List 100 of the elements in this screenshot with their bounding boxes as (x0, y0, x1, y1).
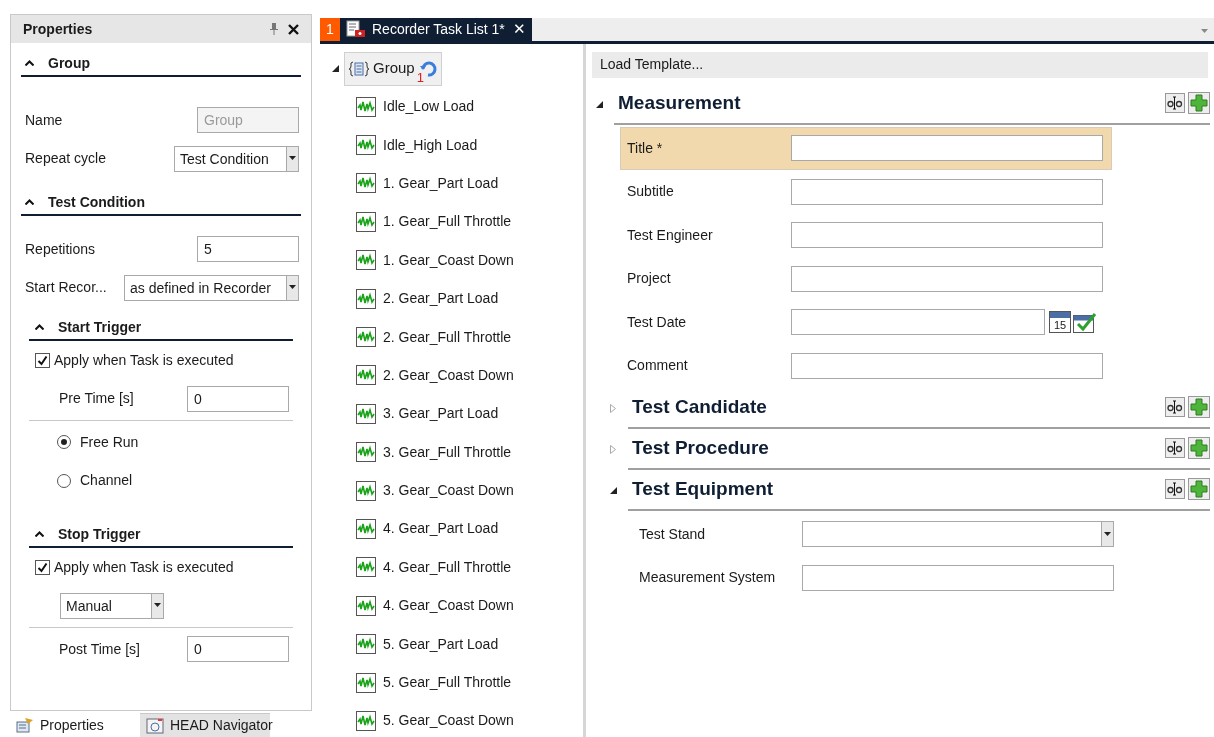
input-field[interactable] (791, 309, 1045, 336)
tab-number: 1 (320, 18, 340, 41)
input-field[interactable]: 5 (197, 236, 299, 263)
tree-item[interactable]: 2. Gear_Coast Down (383, 364, 514, 386)
field-label: Comment (627, 356, 689, 376)
checkbox[interactable] (35, 352, 50, 368)
tree-item[interactable]: 4. Gear_Full Throttle (383, 556, 512, 578)
tree-item[interactable]: 4. Gear_Part Load (383, 518, 499, 540)
tree-item[interactable]: 1. Gear_Part Load (383, 172, 499, 194)
field-label: Subtitle (627, 182, 675, 202)
dropdown[interactable] (802, 521, 1114, 548)
pin-icon[interactable] (270, 23, 278, 35)
caret-icon (151, 593, 163, 618)
field-label: Title * (627, 138, 664, 158)
checkbox[interactable] (35, 559, 50, 575)
field-label: Start Recor... (25, 278, 108, 298)
dropdown-icon[interactable] (1201, 29, 1208, 34)
input-field[interactable] (791, 178, 1103, 205)
spell-check-icon[interactable] (1165, 397, 1185, 417)
radio-button[interactable] (57, 435, 71, 450)
field-label: Pre Time [s] (59, 389, 135, 409)
tree-item[interactable]: 2. Gear_Full Throttle (383, 326, 512, 348)
waveform-icon (356, 442, 376, 463)
tree-item[interactable]: 5. Gear_Part Load (383, 633, 499, 655)
radio-label: Channel (80, 471, 133, 491)
caret-icon (1101, 522, 1113, 547)
input-field[interactable]: 0 (187, 385, 289, 412)
input-field[interactable]: 0 (187, 636, 289, 663)
collapse-icon (35, 531, 44, 537)
field-label: Project (627, 269, 672, 289)
tree-item[interactable]: 3. Gear_Full Throttle (383, 441, 512, 463)
waveform-icon (356, 327, 376, 348)
properties-icon (16, 717, 34, 733)
tree-item[interactable]: 4. Gear_Coast Down (383, 595, 514, 617)
field-label: Test Engineer (627, 225, 714, 245)
check-icon[interactable] (1073, 311, 1097, 334)
waveform-icon (356, 96, 376, 117)
input-field[interactable] (791, 265, 1103, 292)
input-field[interactable] (791, 135, 1103, 162)
spell-check-icon[interactable] (1165, 438, 1185, 458)
load-template-button[interactable]: Load Template... (600, 54, 704, 75)
tree-item[interactable]: 3. Gear_Part Load (383, 403, 499, 425)
tree-item[interactable]: 3. Gear_Coast Down (383, 480, 514, 502)
radio-label: Free Run (80, 432, 139, 452)
panel-title: Properties (23, 19, 94, 39)
section-title[interactable]: Test Equipment (632, 474, 1165, 504)
tree-item[interactable]: 1. Gear_Full Throttle (383, 211, 512, 233)
spell-check-icon[interactable] (1165, 479, 1185, 499)
section-title[interactable]: Test Procedure (632, 433, 1165, 463)
section-header[interactable]: Start Trigger (29, 315, 293, 341)
section-title[interactable]: Test Candidate (632, 392, 1165, 422)
close-icon[interactable] (288, 23, 299, 35)
waveform-icon (356, 672, 376, 693)
dropdown[interactable]: Test Condition (174, 145, 299, 172)
waveform-icon (356, 595, 376, 616)
tree-item[interactable]: 5. Gear_Coast Down (383, 710, 514, 732)
section-title[interactable]: Measurement (618, 88, 1165, 118)
group-icon (349, 60, 369, 77)
checkbox-label: Apply when Task is executed (54, 557, 234, 577)
field-label: Post Time [s] (59, 639, 141, 659)
waveform-icon (356, 403, 376, 424)
waveform-icon (356, 135, 376, 156)
calendar-icon[interactable]: 15 (1049, 311, 1071, 334)
collapse-icon (35, 324, 44, 330)
section-header[interactable]: Stop Trigger (29, 522, 293, 548)
waveform-icon (356, 710, 376, 731)
repeat-count: 1 (416, 70, 424, 84)
section-header[interactable]: Group (21, 51, 301, 77)
dropdown[interactable]: Manual (60, 592, 164, 619)
waveform-icon (356, 250, 376, 271)
tree-item[interactable]: 1. Gear_Coast Down (383, 249, 514, 271)
tree-item[interactable]: Idle_Low Load (383, 96, 475, 118)
document-icon (346, 20, 366, 39)
input-field[interactable] (802, 564, 1114, 591)
tree-item[interactable]: 5. Gear_Full Throttle (383, 672, 512, 694)
input-field[interactable] (791, 352, 1103, 379)
close-icon[interactable]: ✕ (512, 18, 526, 41)
waveform-icon (356, 634, 376, 655)
tab-title: Recorder Task List 1* (372, 19, 505, 39)
waveform-icon (356, 173, 376, 194)
tree-item[interactable]: Idle_High Load (383, 134, 478, 156)
waveform-icon (356, 211, 376, 232)
navigator-icon (146, 717, 164, 734)
radio-button[interactable] (57, 473, 71, 488)
field-label: Test Date (627, 312, 688, 332)
document-tab[interactable]: Recorder Task List 1* ✕ (340, 18, 532, 41)
input-field[interactable] (791, 222, 1103, 249)
collapse-icon (25, 60, 34, 66)
tree-item[interactable]: 2. Gear_Part Load (383, 288, 499, 310)
field-label: Repeat cycle (25, 149, 107, 169)
section-header[interactable]: Test Condition (21, 190, 301, 216)
waveform-icon (356, 288, 376, 309)
checkbox-label: Apply when Task is executed (54, 350, 234, 370)
field-label: Repetitions (25, 239, 97, 259)
caret-icon (286, 275, 298, 300)
field-label: Test Stand (639, 524, 707, 544)
field-label: Name (25, 110, 64, 130)
waveform-icon (356, 480, 376, 501)
dropdown[interactable]: as defined in Recorder (124, 274, 299, 301)
spell-check-icon[interactable] (1165, 93, 1185, 113)
